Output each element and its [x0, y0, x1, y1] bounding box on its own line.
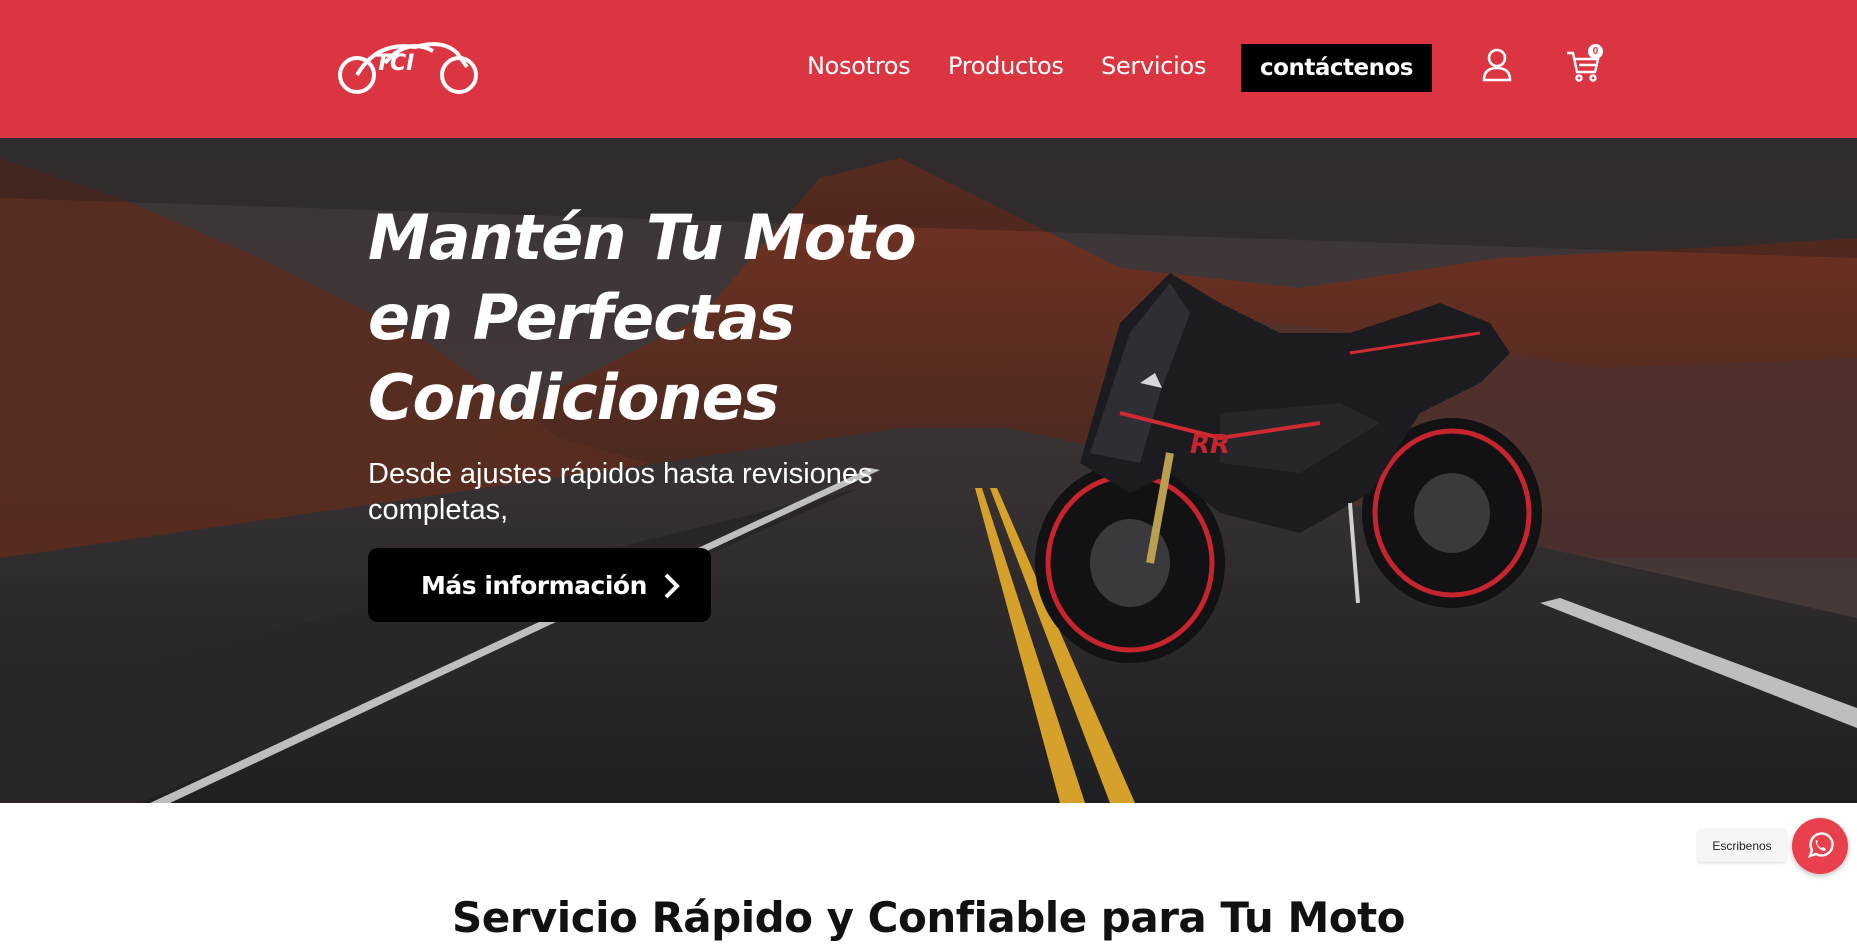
motorcycle-image: RR	[1035, 273, 1542, 663]
svg-text:TCI: TCI	[375, 51, 414, 76]
whatsapp-button[interactable]	[1792, 818, 1848, 874]
hero-section: Mantén Tu Moto en Perfectas Condiciones …	[0, 138, 1857, 803]
svg-text:RR: RR	[1190, 430, 1230, 460]
more-info-button[interactable]: Más información	[368, 548, 711, 622]
user-account-icon[interactable]	[1481, 48, 1513, 82]
chevron-right-icon	[664, 573, 680, 599]
hero-title-line-2: en Perfectas	[368, 281, 795, 354]
hero-title-line-3: Condiciones	[368, 361, 780, 434]
nav-nosotros[interactable]: Nosotros	[807, 52, 911, 80]
nav-productos[interactable]: Productos	[948, 52, 1064, 80]
tci-logo[interactable]: TCI	[337, 33, 483, 99]
site-header: TCI Nosotros Productos Servicios contáct…	[0, 0, 1857, 138]
section-title: Servicio Rápido y Confiable para Tu Moto	[451, 893, 1406, 942]
contact-button[interactable]: contáctenos	[1241, 44, 1432, 92]
more-info-label: Más información	[421, 570, 647, 600]
hero-title: Mantén Tu Moto en Perfectas Condiciones	[368, 198, 968, 438]
whatsapp-icon	[1808, 832, 1834, 858]
whatsapp-label[interactable]: Escribenos	[1698, 829, 1786, 862]
cart-count-badge: 0	[1588, 44, 1603, 59]
nav-servicios[interactable]: Servicios	[1101, 52, 1206, 80]
hero-subtitle: Desde ajustes rápidos hasta revisiones c…	[368, 458, 873, 526]
hero-title-line-1: Mantén Tu Moto	[368, 201, 917, 274]
